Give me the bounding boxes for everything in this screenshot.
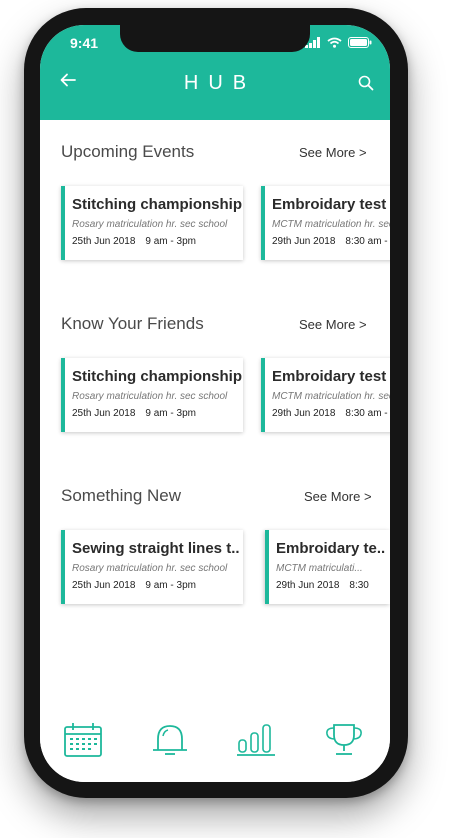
event-card[interactable]: Stitching championship Rosary matriculat… — [61, 186, 243, 260]
bell-icon[interactable] — [149, 722, 191, 758]
card-time: 9 am - 3pm — [145, 580, 196, 591]
card-date: 25th Jun 2018 — [72, 236, 136, 247]
card-meta: 25th Jun 2018 9 am - 3pm — [72, 580, 243, 591]
calendar-icon[interactable] — [63, 722, 103, 758]
card-time: 8:30 am - 1 pm — [345, 236, 390, 247]
card-meta: 25th Jun 2018 9 am - 3pm — [72, 236, 243, 247]
card-venue: MCTM matriculation hr. sec school — [272, 391, 390, 402]
friend-card[interactable]: Embroidary test MCTM matriculation hr. s… — [261, 358, 390, 432]
card-venue: MCTM matriculation hr. sec school — [272, 219, 390, 230]
see-more-link[interactable]: See More > — [299, 145, 367, 160]
wifi-icon — [327, 37, 342, 48]
card-time: 9 am - 3pm — [145, 236, 196, 247]
see-more-link[interactable]: See More > — [304, 489, 372, 504]
card-time: 8:30 am - 1 pm — [345, 408, 390, 419]
card-venue: Rosary matriculation hr. sec school — [72, 563, 228, 574]
event-card[interactable]: Embroidary test MCTM matriculation hr. s… — [261, 186, 390, 260]
friend-card[interactable]: Stitching championship Rosary matriculat… — [61, 358, 243, 432]
card-title: Embroidary te.. — [276, 540, 386, 557]
card-venue: Rosary matriculation hr. sec school — [72, 219, 228, 230]
bottom-tab-bar — [40, 715, 390, 782]
status-icons — [305, 37, 372, 48]
new-card[interactable]: Sewing straight lines t.. Rosary matricu… — [61, 530, 243, 604]
card-venue: MCTM matriculati... — [276, 563, 363, 574]
bar-chart-icon[interactable] — [236, 722, 276, 758]
card-date: 25th Jun 2018 — [72, 408, 136, 419]
status-time: 9:41 — [70, 35, 99, 51]
card-meta: 29th Jun 2018 8:30 — [276, 580, 390, 591]
card-date: 29th Jun 2018 — [276, 580, 340, 591]
card-title: Stitching championship — [72, 196, 243, 213]
app-screen: 9:41 HUB Upcoming Events See More > Stit… — [40, 25, 390, 782]
card-meta: 29th Jun 2018 8:30 am - 1 pm — [272, 408, 390, 419]
section-title-know-your-friends: Know Your Friends — [61, 314, 204, 333]
section-title-upcoming-events: Upcoming Events — [61, 142, 195, 161]
card-date: 29th Jun 2018 — [272, 408, 336, 419]
search-icon[interactable] — [358, 75, 374, 91]
card-date: 25th Jun 2018 — [72, 580, 136, 591]
trophy-icon[interactable] — [324, 722, 364, 758]
card-title: Embroidary test — [272, 196, 387, 213]
card-meta: 29th Jun 2018 8:30 am - 1 pm — [272, 236, 390, 247]
card-title: Embroidary test — [272, 368, 387, 385]
card-venue: Rosary matriculation hr. sec school — [72, 391, 228, 402]
card-time: 9 am - 3pm — [145, 408, 196, 419]
card-meta: 25th Jun 2018 9 am - 3pm — [72, 408, 243, 419]
battery-icon — [348, 37, 372, 48]
page-title: HUB — [183, 72, 257, 94]
section-title-something-new: Something New — [61, 486, 182, 505]
card-title: Stitching championship — [72, 368, 243, 385]
see-more-link[interactable]: See More > — [299, 317, 367, 332]
card-date: 29th Jun 2018 — [272, 236, 336, 247]
card-time: 8:30 — [349, 580, 369, 591]
new-card[interactable]: Embroidary te.. MCTM matriculati... 29th… — [265, 530, 390, 604]
phone-notch — [120, 25, 310, 52]
card-title: Sewing straight lines t.. — [72, 540, 240, 557]
